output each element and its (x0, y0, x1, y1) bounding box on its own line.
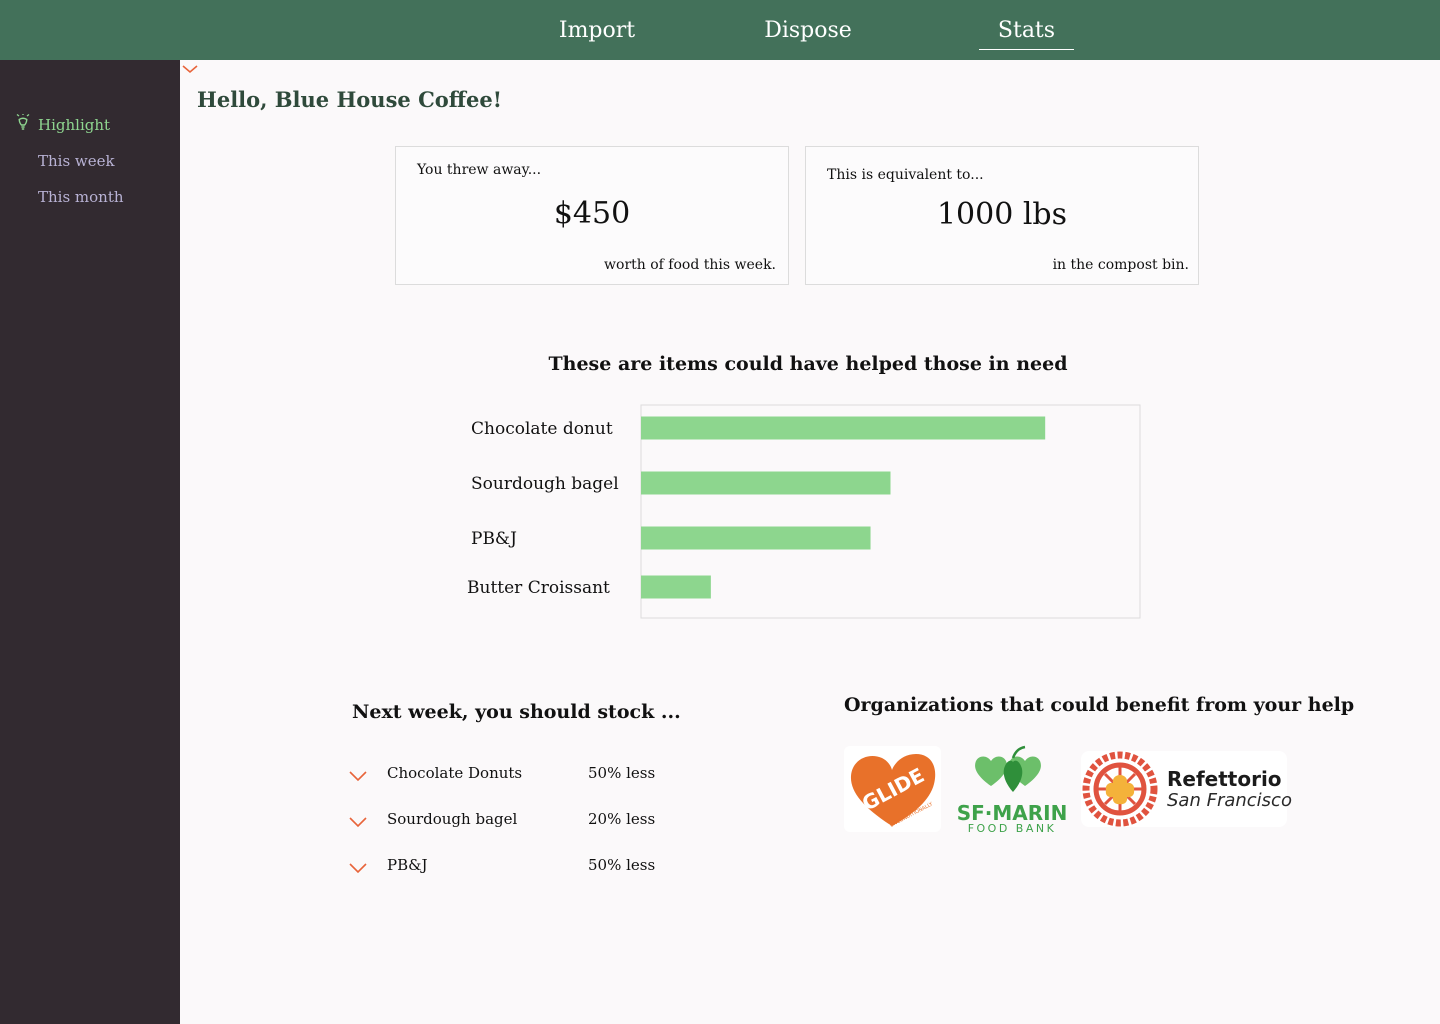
card-value: $450 (553, 196, 631, 231)
card-subtext: worth of food this week. (604, 257, 776, 273)
stock-item: Chocolate Donuts 50% less (348, 764, 668, 790)
page-greeting: Hello, Blue House Coffee! (197, 87, 502, 112)
chevron-down-icon[interactable] (348, 862, 368, 874)
chevron-down-icon[interactable] (181, 63, 199, 75)
chevron-down-icon[interactable] (348, 816, 368, 828)
sidebar-item-highlight[interactable]: Highlight (38, 116, 110, 134)
stock-item-name: PB&J (387, 856, 428, 874)
refettorio-name: Refettorio (1167, 767, 1282, 791)
refettorio-emblem-icon (1082, 751, 1158, 827)
chart-category-label: Butter Croissant (467, 578, 610, 598)
card-value: 1000 lbs (936, 197, 1068, 232)
stock-item-name: Sourdough bagel (387, 810, 518, 828)
sf-marin-logo-subtext: FOOD BANK (968, 822, 1057, 835)
glide-logo[interactable]: GLIDE UNCONDITIONALLY (844, 746, 941, 832)
stock-item: Sourdough bagel 20% less (348, 810, 668, 836)
top-nav: Import Dispose Stats (0, 0, 1440, 60)
stock-item: PB&J 50% less (348, 856, 668, 882)
stock-item-change: 20% less (588, 810, 656, 828)
chart-category-label: Chocolate donut (471, 419, 613, 439)
card-label: You threw away... (417, 162, 542, 178)
chart-bar (641, 575, 711, 599)
sidebar-item-this-week[interactable]: This week (38, 152, 115, 170)
chart-title: These are items could have helped those … (548, 353, 1068, 375)
refettorio-city: San Francisco (1167, 790, 1292, 811)
stock-item-change: 50% less (588, 764, 656, 782)
card-subtext: in the compost bin. (1052, 257, 1189, 273)
sf-marin-food-bank-logo[interactable]: SF·MARIN FOOD BANK (955, 744, 1070, 836)
donation-items-bar-chart: Chocolate donut Sourdough bagel PB&J Butter… (467, 404, 1141, 619)
organizations-title: Organizations that could benefit from yo… (844, 694, 1355, 716)
chart-bar (641, 526, 871, 550)
stock-item-change: 50% less (588, 856, 656, 874)
chart-bar (641, 416, 1046, 440)
chart-category-label: Sourdough bagel (471, 474, 619, 494)
waste-value-card: You threw away... $450 worth of food thi… (395, 146, 789, 285)
chart-bar (641, 471, 891, 495)
lightbulb-icon (16, 114, 30, 130)
sidebar-item-this-month[interactable]: This month (38, 188, 124, 206)
stock-title: Next week, you should stock ... (352, 701, 681, 723)
sf-marin-hearts-icon: SF·MARIN FOOD BANK (957, 745, 1067, 835)
card-label: This is equivalent to... (827, 167, 984, 183)
glide-heart-icon: GLIDE UNCONDITIONALLY (850, 754, 936, 829)
chart-category-label: PB&J (471, 529, 517, 549)
tab-dispose[interactable]: Dispose (758, 0, 858, 60)
tab-import[interactable]: Import (552, 0, 642, 60)
stock-item-name: Chocolate Donuts (387, 764, 523, 782)
chevron-down-icon[interactable] (348, 770, 368, 782)
refettorio-logo[interactable]: Refettorio San Francisco (1081, 751, 1292, 827)
compost-weight-card: This is equivalent to... 1000 lbs in the… (805, 146, 1199, 285)
tab-stats[interactable]: Stats (979, 0, 1074, 60)
